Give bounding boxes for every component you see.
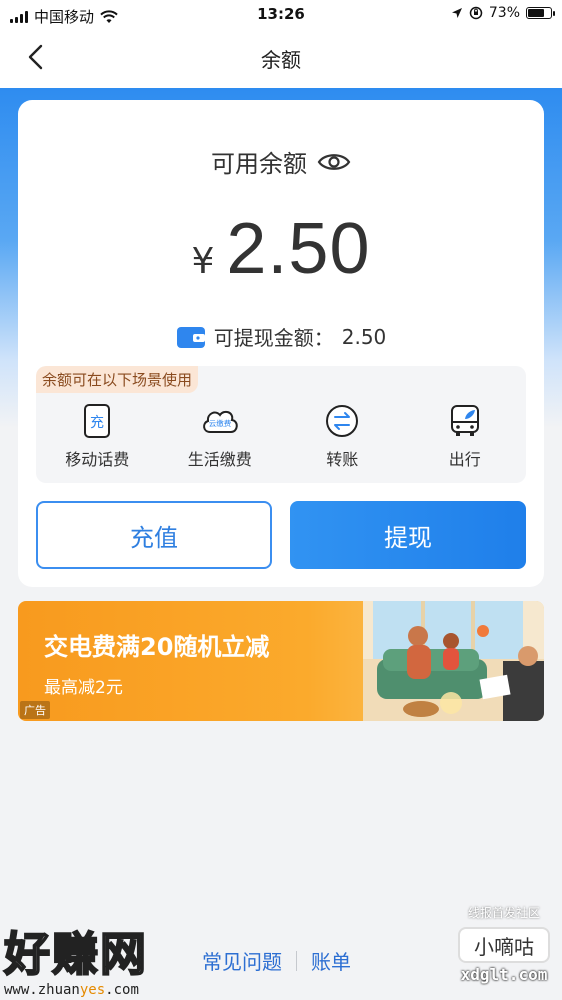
mobile-recharge-icon: 充 xyxy=(84,404,111,438)
withdrawable-label: 可提现金额： xyxy=(213,326,334,350)
watermark-right-url: xdglt.com xyxy=(460,965,548,984)
status-right: 73% xyxy=(451,5,555,21)
watermark-url-part: .com xyxy=(105,982,139,998)
battery-percent: 73% xyxy=(488,5,520,21)
ad-banner[interactable]: 交电费满20随机立减 最高减2元 广告 xyxy=(18,601,544,721)
balance-amount-row: ¥ 2.50 xyxy=(18,208,544,290)
usage-scenes-tag: 余额可在以下场景使用 xyxy=(36,366,199,393)
balance-card: 可用余额 ¥ 2.50 可提现金额： 2.50 余额可在以下场景使用 充 移动话… xyxy=(18,100,544,587)
utility-cloud-icon-text: 云缴费 xyxy=(209,418,232,428)
recharge-button[interactable]: 充值 xyxy=(36,501,272,569)
utility-cloud-icon: 云缴费 xyxy=(202,410,238,433)
scene-label: 生活缴费 xyxy=(187,450,252,469)
transfer-icon xyxy=(326,405,359,437)
scene-mobile-bill[interactable]: 充 移动话费 xyxy=(36,404,159,470)
watermark-right-logo: 小嘀咕 xyxy=(458,927,550,963)
footer-links: 常见问题 账单 xyxy=(202,946,351,975)
ad-tag: 广告 xyxy=(20,701,50,719)
withdrawable-row: 可提现金额： 2.50 xyxy=(18,322,544,351)
wallet-icon xyxy=(176,326,205,348)
page-title: 余额 xyxy=(261,48,301,72)
faq-link[interactable]: 常见问题 xyxy=(202,946,282,975)
mobile-recharge-icon-text: 充 xyxy=(90,415,104,431)
ad-title: 交电费满20随机立减 xyxy=(44,633,270,661)
watermark-left: 好赚网 www.zhuanyes.com xyxy=(3,918,194,998)
orientation-lock-icon xyxy=(469,6,483,20)
battery-icon xyxy=(526,7,555,19)
scene-label: 移动话费 xyxy=(65,450,130,469)
withdrawable-amount: 2.50 xyxy=(341,324,387,349)
scene-label: 出行 xyxy=(448,450,481,469)
balance-amount: 2.50 xyxy=(226,209,371,289)
bus-icon xyxy=(450,405,479,436)
usage-scenes-panel: 余额可在以下场景使用 充 移动话费 云缴费 生活缴费 转账 出行 xyxy=(36,366,526,483)
watermark-left-url: www.zhuanyes.com xyxy=(4,982,194,998)
scene-travel[interactable]: 出行 xyxy=(404,404,527,470)
available-balance-label: 可用余额 xyxy=(211,150,307,178)
watermark-left-title: 好赚网 xyxy=(3,926,148,982)
footer-divider xyxy=(296,950,297,971)
available-balance-row: 可用余额 xyxy=(18,144,544,179)
watermark-url-highlight: yes xyxy=(79,982,106,998)
eye-icon[interactable] xyxy=(317,151,351,173)
ad-family-illustration xyxy=(363,601,544,721)
scene-label: 转账 xyxy=(326,450,359,469)
scene-transfer[interactable]: 转账 xyxy=(281,404,404,470)
ad-subtitle: 最高减2元 xyxy=(44,678,123,698)
currency-symbol: ¥ xyxy=(191,241,215,282)
status-bar: 中国移动 13:26 73% xyxy=(0,0,562,30)
scene-utility-bill[interactable]: 云缴费 生活缴费 xyxy=(159,404,282,470)
watermark-right: 线报首发社区 小嘀咕 xdglt.com xyxy=(452,904,556,994)
watermark-right-tagline: 线报首发社区 xyxy=(467,906,540,920)
nav-bar: 余额 xyxy=(0,30,562,88)
bill-link[interactable]: 账单 xyxy=(311,946,351,975)
location-arrow-icon xyxy=(451,8,462,18)
withdraw-button[interactable]: 提现 xyxy=(290,501,526,569)
watermark-url-part: www.zhuan xyxy=(4,982,80,998)
